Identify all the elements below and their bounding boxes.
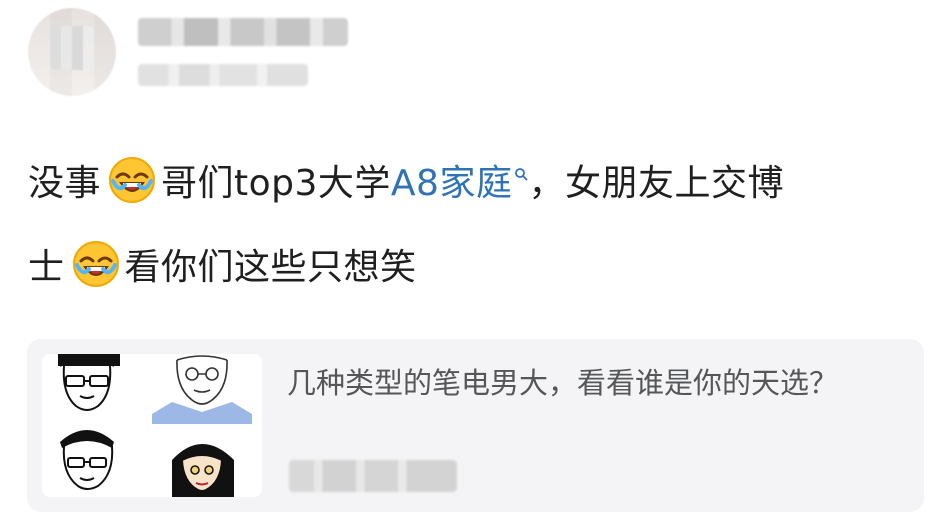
search-icon[interactable] — [514, 167, 528, 181]
username-blurred[interactable] — [138, 18, 348, 46]
cartoon-faces-illustration — [42, 354, 262, 497]
hashtag-link[interactable]: A8家庭 — [391, 163, 513, 204]
post-text-line2-suffix: 看你们这些只想笑 — [124, 247, 417, 288]
article-thumbnail — [42, 354, 262, 497]
post-body: 没事 哥们top3大学A8家庭 ，女朋友上交博 士 看你们这些只想笑 — [28, 142, 928, 310]
avatar[interactable] — [28, 8, 116, 96]
post-text-line1-prefix: 没事 — [28, 163, 102, 204]
laughing-crying-emoji-icon — [109, 157, 156, 203]
article-title[interactable]: 几种类型的笔电男大，看看谁是你的天选？ — [287, 361, 887, 405]
post-header — [28, 8, 388, 100]
post-meta-blurred — [138, 64, 308, 86]
laughing-crying-emoji-icon — [72, 241, 119, 287]
linked-article-card[interactable]: 几种类型的笔电男大，看看谁是你的天选？ — [27, 339, 924, 512]
article-source-blurred — [289, 460, 457, 492]
post-text-line1-suffix: ，女朋友上交博 — [528, 163, 784, 204]
post-text-line2-prefix: 士 — [28, 247, 65, 288]
post-text-line1-mid: 哥们top3大学 — [161, 163, 391, 204]
